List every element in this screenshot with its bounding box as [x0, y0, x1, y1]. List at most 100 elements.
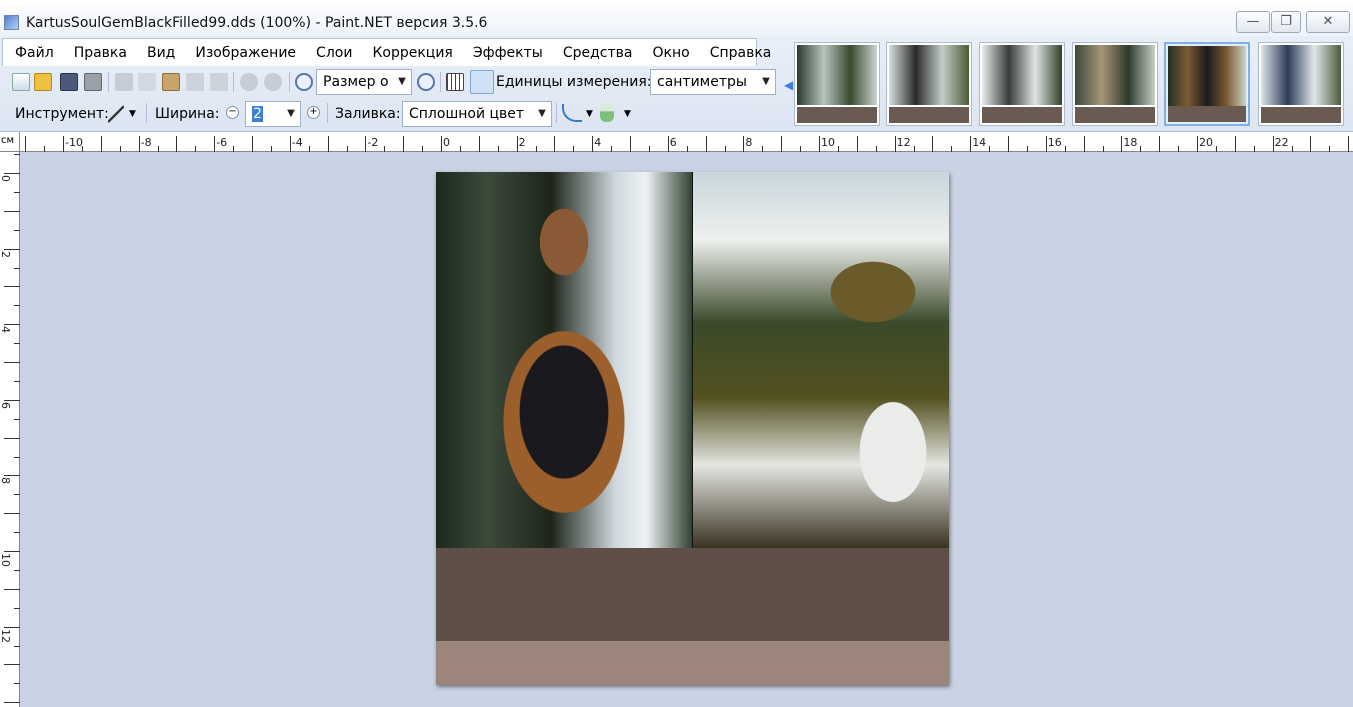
image-thumbnail[interactable] [886, 42, 972, 126]
toolbar-separator [556, 103, 557, 123]
ruler-label: 12 [896, 136, 911, 149]
menu-window[interactable]: Окно [642, 39, 699, 66]
ruler-tick [4, 664, 20, 666]
paste-icon[interactable] [162, 73, 180, 91]
ruler-tick [573, 146, 575, 152]
thumbnail-band [1261, 107, 1341, 123]
ruler-tick [4, 437, 20, 439]
grid-icon[interactable] [446, 73, 464, 91]
ruler-label: 10 [821, 136, 835, 149]
ruler-tick [138, 136, 140, 152]
ruler-label: 10 [0, 553, 12, 567]
menu-view[interactable]: Вид [137, 39, 185, 66]
ruler-label: 6 [0, 401, 12, 409]
tool-options-bar: Инструмент: ▼ Ширина: − 2 ▼ + Заливка: С… [2, 99, 787, 129]
print-icon[interactable] [84, 73, 102, 91]
zoom-combo[interactable]: Размер о ▼ [316, 69, 412, 95]
zoom-in-icon[interactable] [417, 73, 435, 91]
ruler-tick [1234, 136, 1236, 152]
ruler-tick [951, 146, 953, 152]
antialiasing-icon[interactable] [562, 104, 582, 122]
minimize-button[interactable]: — [1236, 11, 1270, 33]
ruler-tick [932, 136, 934, 152]
ruler-tick [592, 136, 594, 152]
new-file-icon[interactable] [12, 73, 30, 91]
ruler-tick [4, 210, 20, 212]
image-thumbnail[interactable] [794, 42, 880, 126]
ruler-tick [648, 146, 650, 152]
increase-width-icon[interactable]: + [307, 106, 320, 119]
maximize-button[interactable]: ❐ [1271, 11, 1301, 33]
width-combo[interactable]: 2 ▼ [245, 101, 301, 127]
image-thumbnail[interactable] [979, 42, 1065, 126]
menu-file[interactable]: Файл [3, 39, 64, 66]
ruler-tick [1083, 136, 1085, 152]
ruler-tick [611, 146, 613, 152]
chevron-down-icon: ▼ [762, 76, 770, 87]
menu-image[interactable]: Изображение [185, 39, 306, 66]
chevron-down-icon[interactable]: ▼ [624, 101, 631, 127]
menu-adjustments[interactable]: Коррекция [362, 39, 462, 66]
ruler-tick [4, 248, 20, 250]
ruler-label: -8 [140, 136, 152, 149]
crop-icon[interactable] [186, 73, 204, 91]
ruler-tick [4, 702, 20, 704]
menu-help[interactable]: Справка [700, 39, 782, 66]
menu-edit[interactable]: Правка [64, 39, 137, 66]
close-icon: ✕ [1322, 14, 1334, 29]
close-button[interactable]: ✕ [1306, 11, 1350, 33]
scroll-left-icon[interactable]: ◀ [784, 72, 793, 98]
thumbnail-preview [982, 45, 1062, 105]
units-combo[interactable]: сантиметры ▼ [650, 69, 776, 95]
toolbar-separator [440, 72, 441, 92]
menu-layers[interactable]: Слои [306, 39, 362, 66]
save-icon[interactable] [60, 73, 78, 91]
ruler-label: -2 [367, 136, 379, 149]
cut-icon[interactable] [115, 73, 133, 91]
image-canvas[interactable] [436, 172, 949, 685]
rulers-toggle-icon[interactable] [470, 70, 494, 94]
ruler-tick [14, 418, 20, 420]
ruler-tick [837, 146, 839, 152]
ruler-tick [14, 305, 20, 307]
ruler-tick [535, 146, 537, 152]
menu-effects[interactable]: Эффекты [463, 39, 553, 66]
ruler-tick [327, 136, 329, 152]
ruler-tick [14, 229, 20, 231]
menu-bar: Файл Правка Вид Изображение Слои Коррекц… [2, 38, 771, 66]
open-folder-icon[interactable] [34, 73, 52, 91]
units-label: Единицы измерения: [496, 74, 652, 90]
image-thumbnail-active[interactable] [1164, 42, 1250, 126]
ruler-tick [119, 146, 121, 152]
undo-icon[interactable] [240, 73, 258, 91]
ruler-tick [1291, 146, 1293, 152]
ruler-tick [4, 362, 20, 363]
ruler-tick [4, 588, 20, 590]
tool-label: Инструмент: [15, 106, 109, 122]
menu-tools[interactable]: Средства [553, 39, 643, 66]
ruler-tick [478, 136, 480, 152]
ruler-tick [14, 532, 20, 534]
thumbnail-preview [1075, 45, 1155, 105]
deselect-icon[interactable] [210, 73, 228, 91]
ruler-tick [270, 146, 272, 152]
blend-mode-flask-icon[interactable] [600, 104, 614, 122]
paintbrush-icon[interactable] [108, 105, 124, 123]
copy-icon[interactable] [138, 73, 156, 91]
chevron-down-icon[interactable]: ▼ [586, 101, 593, 127]
ruler-label: 22 [1274, 136, 1289, 149]
ruler-label: 20 [1199, 136, 1213, 149]
redo-icon[interactable] [264, 73, 282, 91]
image-thumbnail[interactable] [1072, 42, 1158, 126]
toolbar-separator [289, 72, 290, 92]
image-thumbnail[interactable] [1258, 42, 1344, 126]
paintnet-app-icon[interactable] [4, 15, 19, 30]
ruler-label: 8 [745, 136, 753, 149]
fill-combo[interactable]: Сплошной цвет ▼ [402, 101, 552, 127]
ruler-tick [195, 146, 197, 152]
zoom-out-icon[interactable] [295, 73, 313, 91]
ruler-label: 14 [972, 136, 987, 149]
decrease-width-icon[interactable]: − [226, 106, 239, 119]
ruler-tick [630, 136, 631, 152]
chevron-down-icon[interactable]: ▼ [129, 101, 136, 127]
